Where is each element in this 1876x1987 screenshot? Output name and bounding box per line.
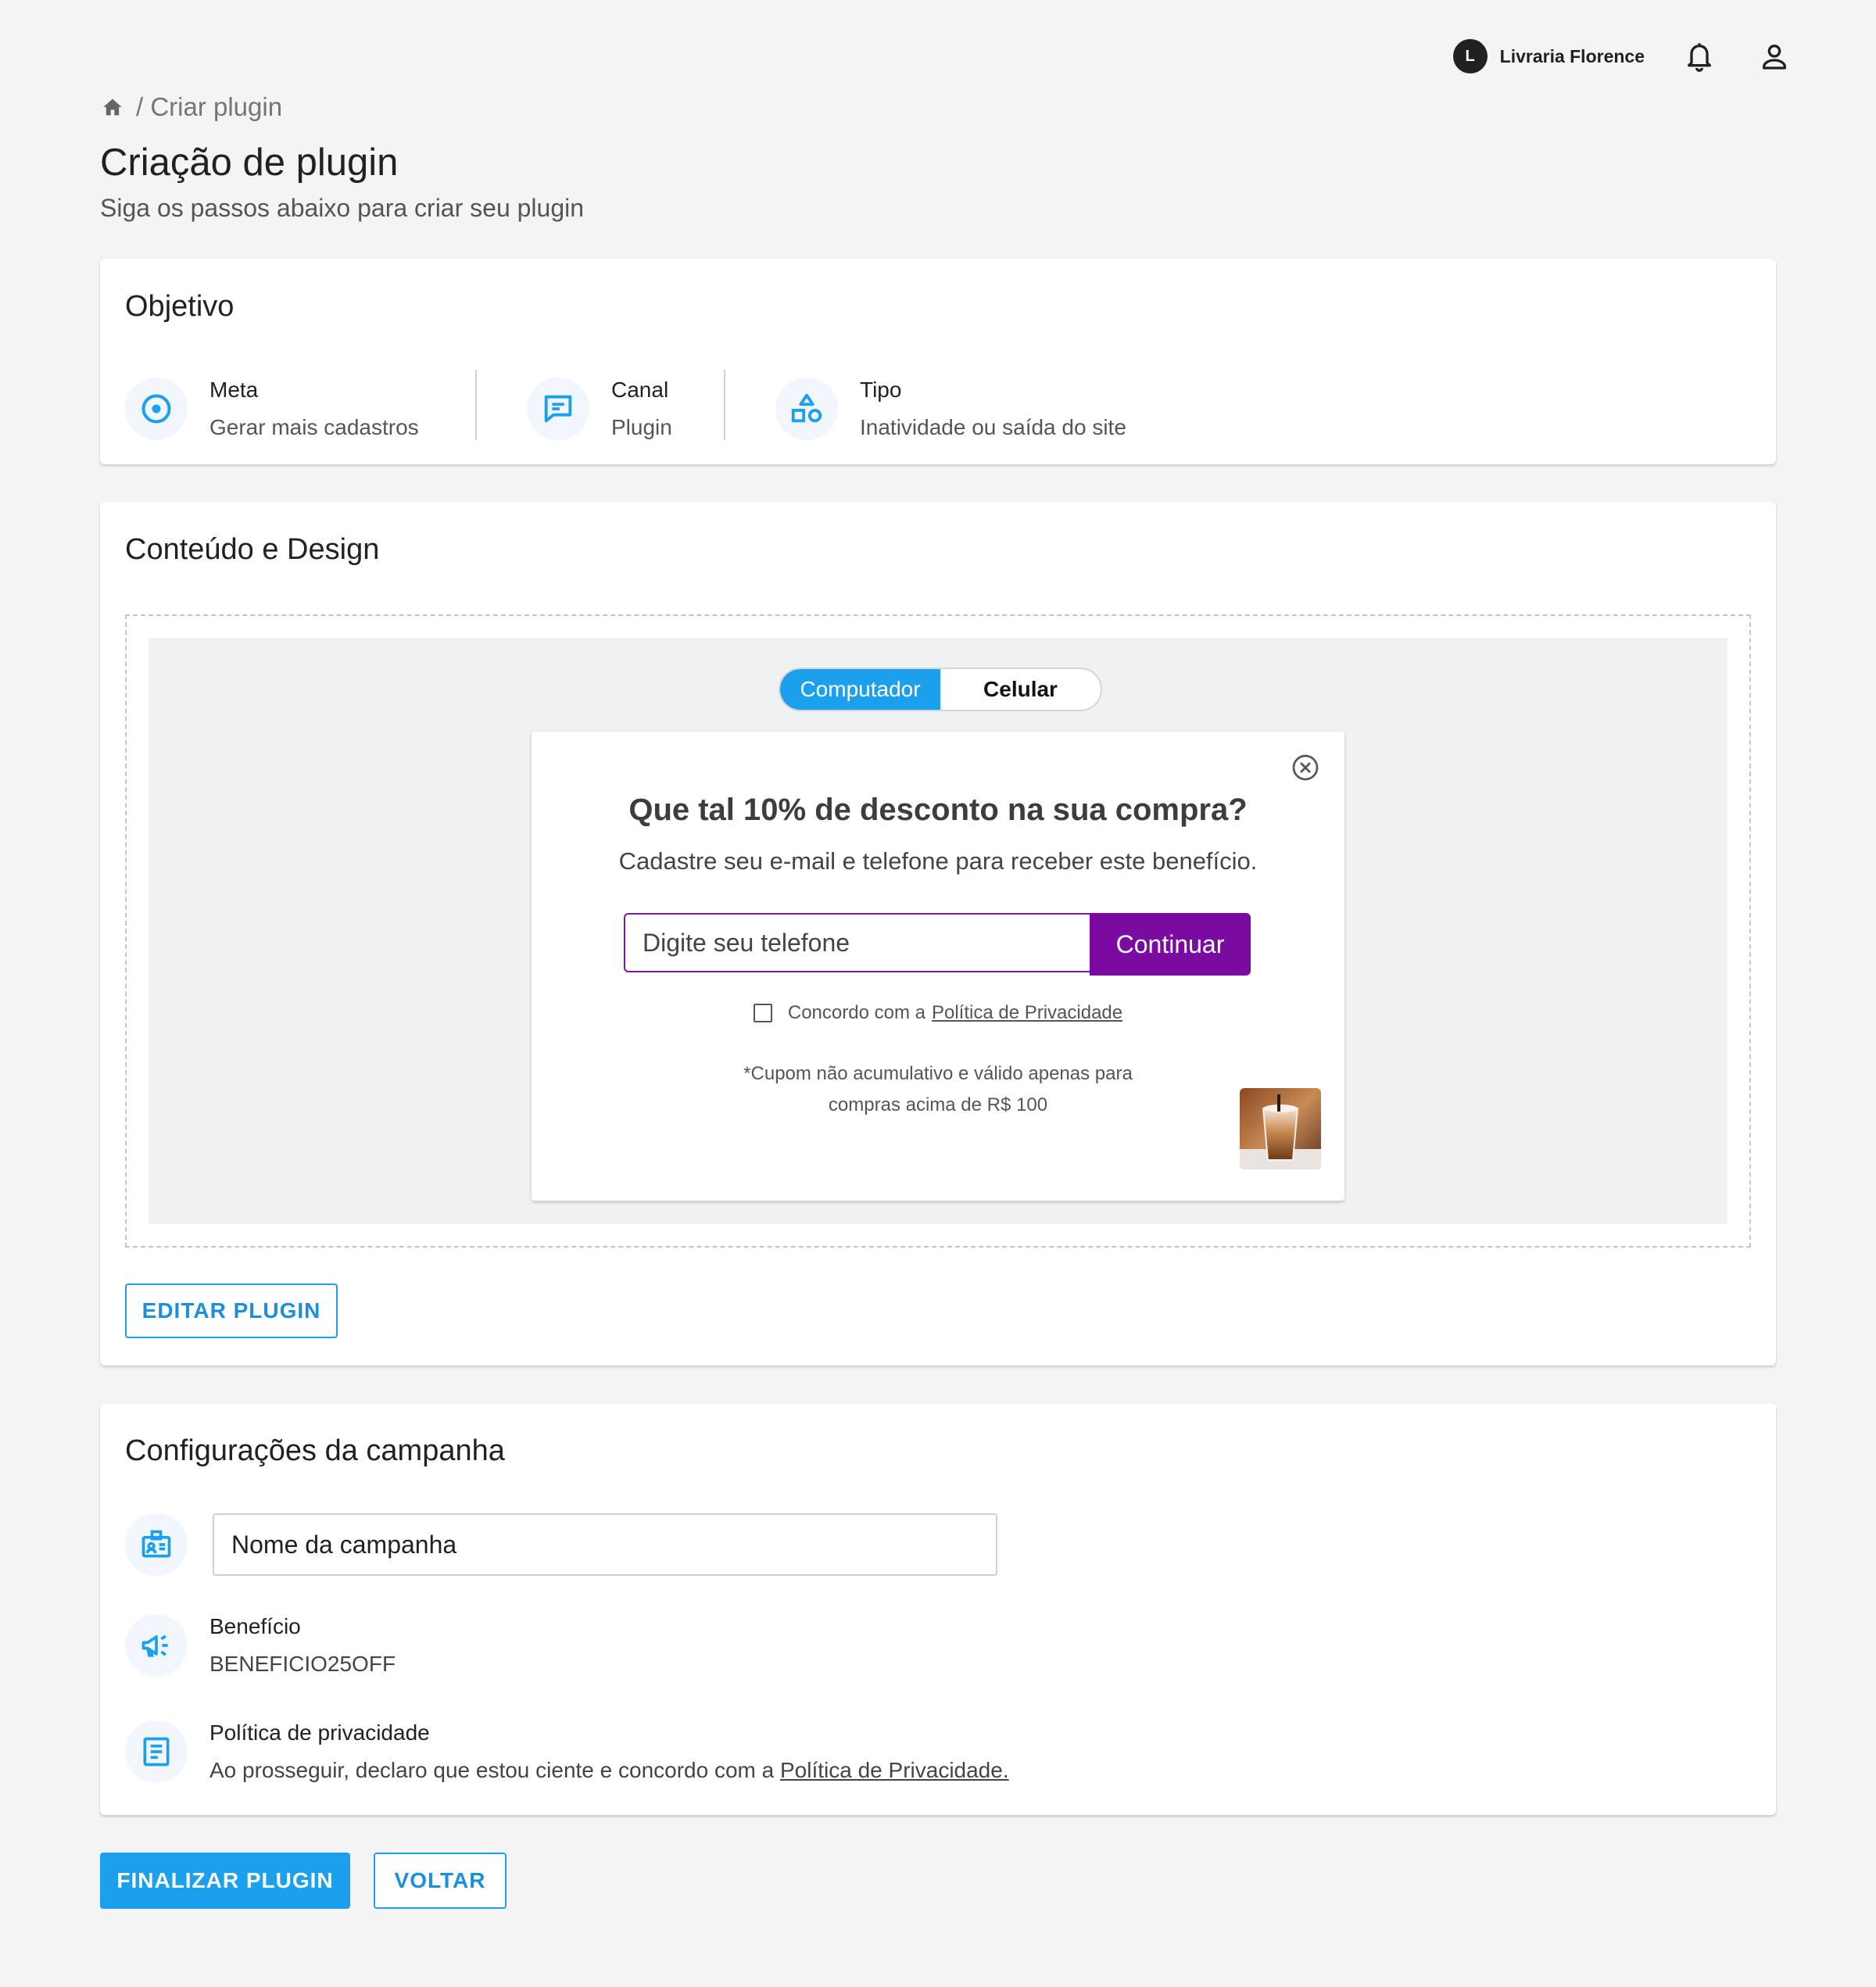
close-icon[interactable]: [1290, 752, 1321, 783]
page-subtitle: Siga os passos abaixo para criar seu plu…: [100, 194, 585, 222]
canal-value: Plugin: [611, 415, 672, 439]
toggle-mobile[interactable]: Celular: [940, 669, 1101, 710]
meta-value: Gerar mais cadastros: [209, 415, 419, 439]
account-name: Livraria Florence: [1499, 45, 1645, 66]
popup-description: Cadastre seu e-mail e telefone para rece…: [618, 847, 1258, 875]
privacy-policy-link[interactable]: Política de Privacidade.: [780, 1758, 1009, 1782]
iced-coffee-image: [1240, 1088, 1321, 1169]
preview-area: Computador Celular Que tal 10% de descon…: [149, 638, 1727, 1224]
target-icon: [125, 378, 188, 440]
privacy-label: Política de privacidade: [209, 1720, 430, 1745]
objective-title: Objetivo: [125, 290, 234, 323]
benefit-value: BENEFICIO25OFF: [209, 1652, 396, 1676]
back-button[interactable]: VOLTAR: [374, 1853, 507, 1909]
document-icon: [125, 1720, 188, 1783]
objective-card: Objetivo Meta Gerar mais cadastros Canal…: [100, 259, 1776, 464]
coupon-line-2: compras acima de R$ 100: [828, 1094, 1048, 1115]
home-icon[interactable]: [100, 95, 125, 120]
privacy-policy-link[interactable]: Política de Privacidade: [932, 1002, 1122, 1024]
breadcrumb: / Criar plugin: [100, 92, 282, 122]
content-design-card: Conteúdo e Design Computador Celular Que…: [100, 502, 1776, 1366]
shapes-icon: [775, 378, 838, 440]
bell-icon[interactable]: [1681, 38, 1718, 75]
preview-container: Computador Celular Que tal 10% de descon…: [125, 614, 1751, 1248]
user-icon[interactable]: [1756, 38, 1793, 75]
consent-text: Concordo com a: [787, 1002, 925, 1023]
edit-plugin-button[interactable]: EDITAR PLUGIN: [125, 1283, 338, 1338]
toggle-desktop[interactable]: Computador: [780, 669, 940, 710]
tipo-value: Inatividade ou saída do site: [860, 415, 1126, 439]
badge-icon: [125, 1513, 188, 1576]
benefit-row: Benefício BENEFICIO25OFF: [125, 1608, 396, 1683]
objective-canal: Canal Plugin: [527, 371, 672, 446]
chat-icon: [527, 378, 589, 440]
device-toggle: Computador Celular: [779, 668, 1102, 711]
plugin-popup-preview: Que tal 10% de desconto na sua compra? C…: [532, 732, 1344, 1201]
breadcrumb-current: / Criar plugin: [136, 92, 283, 121]
consent-checkbox[interactable]: [753, 1004, 772, 1022]
account-switcher[interactable]: L Livraria Florence: [1452, 39, 1645, 73]
meta-label: Meta: [209, 378, 259, 402]
campaign-name-row: [125, 1513, 188, 1576]
campaign-name-input[interactable]: [213, 1513, 997, 1576]
consent-row: Concordo com a Política de Privacidade: [532, 1002, 1344, 1024]
finish-plugin-button[interactable]: FINALIZAR PLUGIN: [100, 1853, 350, 1909]
objective-tipo: Tipo Inatividade ou saída do site: [775, 371, 1126, 446]
popup-title: Que tal 10% de desconto na sua compra?: [628, 793, 1248, 827]
phone-input[interactable]: [624, 913, 1090, 972]
account-avatar: L: [1452, 39, 1488, 73]
content-title: Conteúdo e Design: [125, 533, 380, 566]
canal-label: Canal: [611, 378, 669, 402]
page-title: Criação de plugin: [100, 141, 399, 184]
privacy-text-row: Ao prosseguir, declaro que estou ciente …: [209, 1752, 1009, 1789]
config-title: Configurações da campanha: [125, 1434, 505, 1467]
megaphone-icon: [125, 1614, 188, 1677]
coupon-note: *Cupom não acumulativo e válido apenas p…: [532, 1058, 1344, 1121]
coupon-line-1: *Cupom não acumulativo e válido apenas p…: [743, 1063, 1133, 1084]
tipo-label: Tipo: [860, 378, 902, 402]
objective-meta: Meta Gerar mais cadastros: [125, 371, 419, 446]
privacy-row: Política de privacidade Ao prosseguir, d…: [125, 1714, 1009, 1789]
continue-button[interactable]: Continuar: [1090, 913, 1251, 976]
campaign-config-card: Configurações da campanha Benefício BENE…: [100, 1403, 1776, 1815]
benefit-label: Benefício: [209, 1614, 301, 1638]
top-bar: L Livraria Florence: [1452, 38, 1793, 75]
privacy-text: Ao prosseguir, declaro que estou ciente …: [209, 1758, 775, 1782]
divider: [724, 370, 725, 440]
divider: [475, 370, 477, 440]
